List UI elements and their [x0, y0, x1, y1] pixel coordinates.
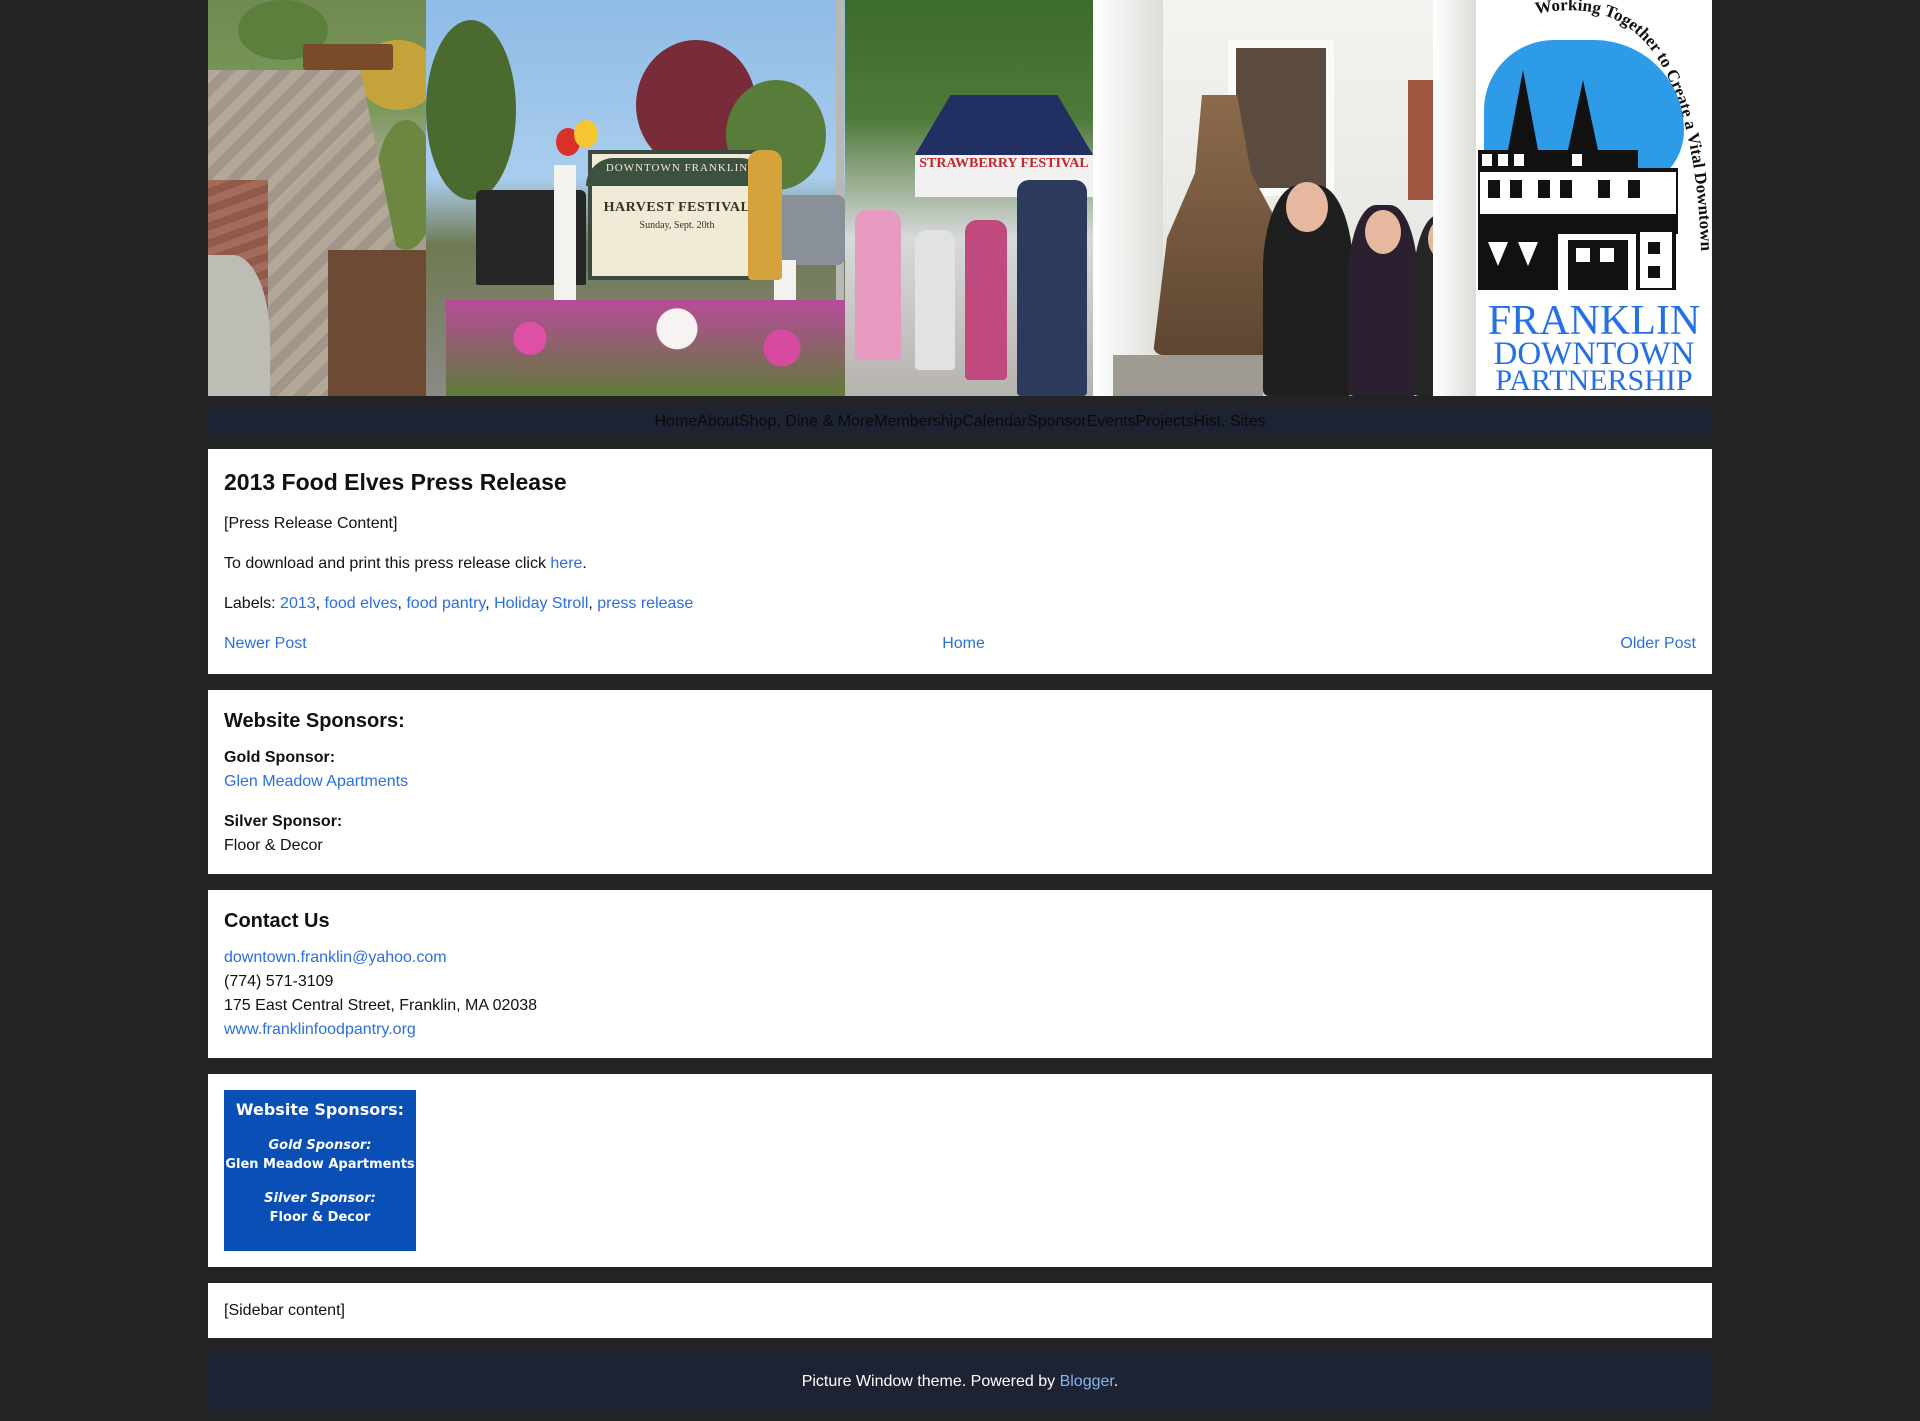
- sponsor-image-silver-label: Silver Sponsor:: [264, 1190, 376, 1206]
- page-wrapper: DOWNTOWN FRANKLIN HARVEST FESTIVAL Sunda…: [208, 0, 1712, 1410]
- banner-photo-harvest-sign: DOWNTOWN FRANKLIN HARVEST FESTIVAL Sunda…: [426, 0, 845, 396]
- sidebar-widget: [Sidebar content]: [208, 1282, 1712, 1338]
- nav-item-membership[interactable]: Membership: [874, 413, 962, 430]
- sidebar-content: [Sidebar content]: [224, 1301, 345, 1319]
- label-link-food-pantry[interactable]: food pantry: [406, 595, 485, 612]
- nav-item-hist-sites[interactable]: Hist. Sites: [1193, 413, 1265, 430]
- sponsor-image-gold-label: Gold Sponsor:: [268, 1137, 372, 1153]
- blogger-link[interactable]: Blogger: [1060, 1373, 1114, 1390]
- contact-email-link[interactable]: downtown.franklin@yahoo.com: [224, 949, 447, 966]
- header-banner[interactable]: DOWNTOWN FRANKLIN HARVEST FESTIVAL Sunda…: [208, 0, 1712, 396]
- contact-website-link[interactable]: www.franklinfoodpantry.org: [224, 1021, 416, 1038]
- nav-item-about[interactable]: About: [697, 413, 739, 430]
- post-card: 2013 Food Elves Press Release [Press Rel…: [208, 449, 1712, 674]
- older-post-link[interactable]: Older Post: [1620, 632, 1696, 656]
- banner-photo-walkway: [208, 0, 426, 396]
- sponsor-image[interactable]: Website Sponsors: Gold Sponsor: Glen Mea…: [224, 1089, 416, 1251]
- sponsor-image-silver-value: Floor & Decor: [269, 1210, 371, 1225]
- contact-title: Contact Us: [224, 909, 330, 932]
- banner-photo-strawberry-festival: STRAWBERRY FESTIVAL: [845, 0, 1093, 396]
- label-link-holiday-stroll[interactable]: Holiday Stroll: [494, 595, 588, 612]
- harvest-sign-text: DOWNTOWN FRANKLIN HARVEST FESTIVAL Sunda…: [603, 162, 751, 231]
- sponsors-widget: Website Sponsors: Gold Sponsor: Glen Mea…: [208, 689, 1712, 874]
- nav-item-shop-dine-more[interactable]: Shop, Dine & More: [739, 413, 874, 430]
- nav-item-calendar[interactable]: Calendar: [962, 413, 1027, 430]
- download-line: To download and print this press release…: [224, 554, 587, 572]
- label-link-press-release[interactable]: press release: [597, 595, 693, 612]
- sponsor-image-title: Website Sponsors:: [235, 1099, 405, 1119]
- logo-word-partnership: PARTNERSHIP: [1495, 364, 1693, 396]
- download-here-link[interactable]: here: [550, 555, 582, 572]
- post-content: [Press Release Content]: [224, 514, 398, 532]
- nav-item-home[interactable]: Home: [655, 413, 698, 430]
- gold-sponsor-label: Gold Sponsor:: [224, 748, 336, 766]
- nav-item-sponsor[interactable]: Sponsor: [1027, 413, 1087, 430]
- newer-post-link[interactable]: Newer Post: [224, 632, 307, 656]
- label-link-food-elves[interactable]: food elves: [325, 595, 398, 612]
- banner-photo-statue: [1093, 0, 1476, 396]
- sponsors-title: Website Sponsors:: [224, 709, 405, 732]
- contact-phone: (774) 571-3109: [224, 972, 334, 990]
- gold-sponsor-link[interactable]: Glen Meadow Apartments: [224, 773, 408, 790]
- contact-address: 175 East Central Street, Franklin, MA 02…: [224, 996, 538, 1014]
- nav-item-events[interactable]: Events: [1087, 413, 1136, 430]
- sponsor-image-gold-value: Glen Meadow Apartments: [225, 1157, 415, 1172]
- footer: Picture Window theme. Powered by Blogger…: [208, 1353, 1712, 1410]
- post-labels: Labels: 2013, food elves, food pantry, H…: [224, 594, 694, 612]
- post-navigation: Newer Post Home Older Post: [224, 632, 1696, 656]
- franklin-downtown-partnership-logo: Working Together to Create a Vital Downt…: [1476, 0, 1712, 396]
- bench-shape: [303, 44, 393, 70]
- nav-item-projects[interactable]: Projects: [1136, 413, 1194, 430]
- sponsor-image-widget: Website Sponsors: Gold Sponsor: Glen Mea…: [208, 1073, 1712, 1267]
- silver-sponsor-value: Floor & Decor: [224, 836, 323, 854]
- silver-sponsor-label: Silver Sponsor:: [224, 812, 343, 830]
- home-link[interactable]: Home: [942, 632, 985, 656]
- label-link-2013[interactable]: 2013: [280, 595, 316, 612]
- contact-widget: Contact Us downtown.franklin@yahoo.com (…: [208, 889, 1712, 1058]
- post-title: 2013 Food Elves Press Release: [224, 469, 567, 495]
- logo-town-icon: [1478, 70, 1678, 290]
- top-nav: HomeAboutShop, Dine & MoreMembershipCale…: [208, 410, 1712, 433]
